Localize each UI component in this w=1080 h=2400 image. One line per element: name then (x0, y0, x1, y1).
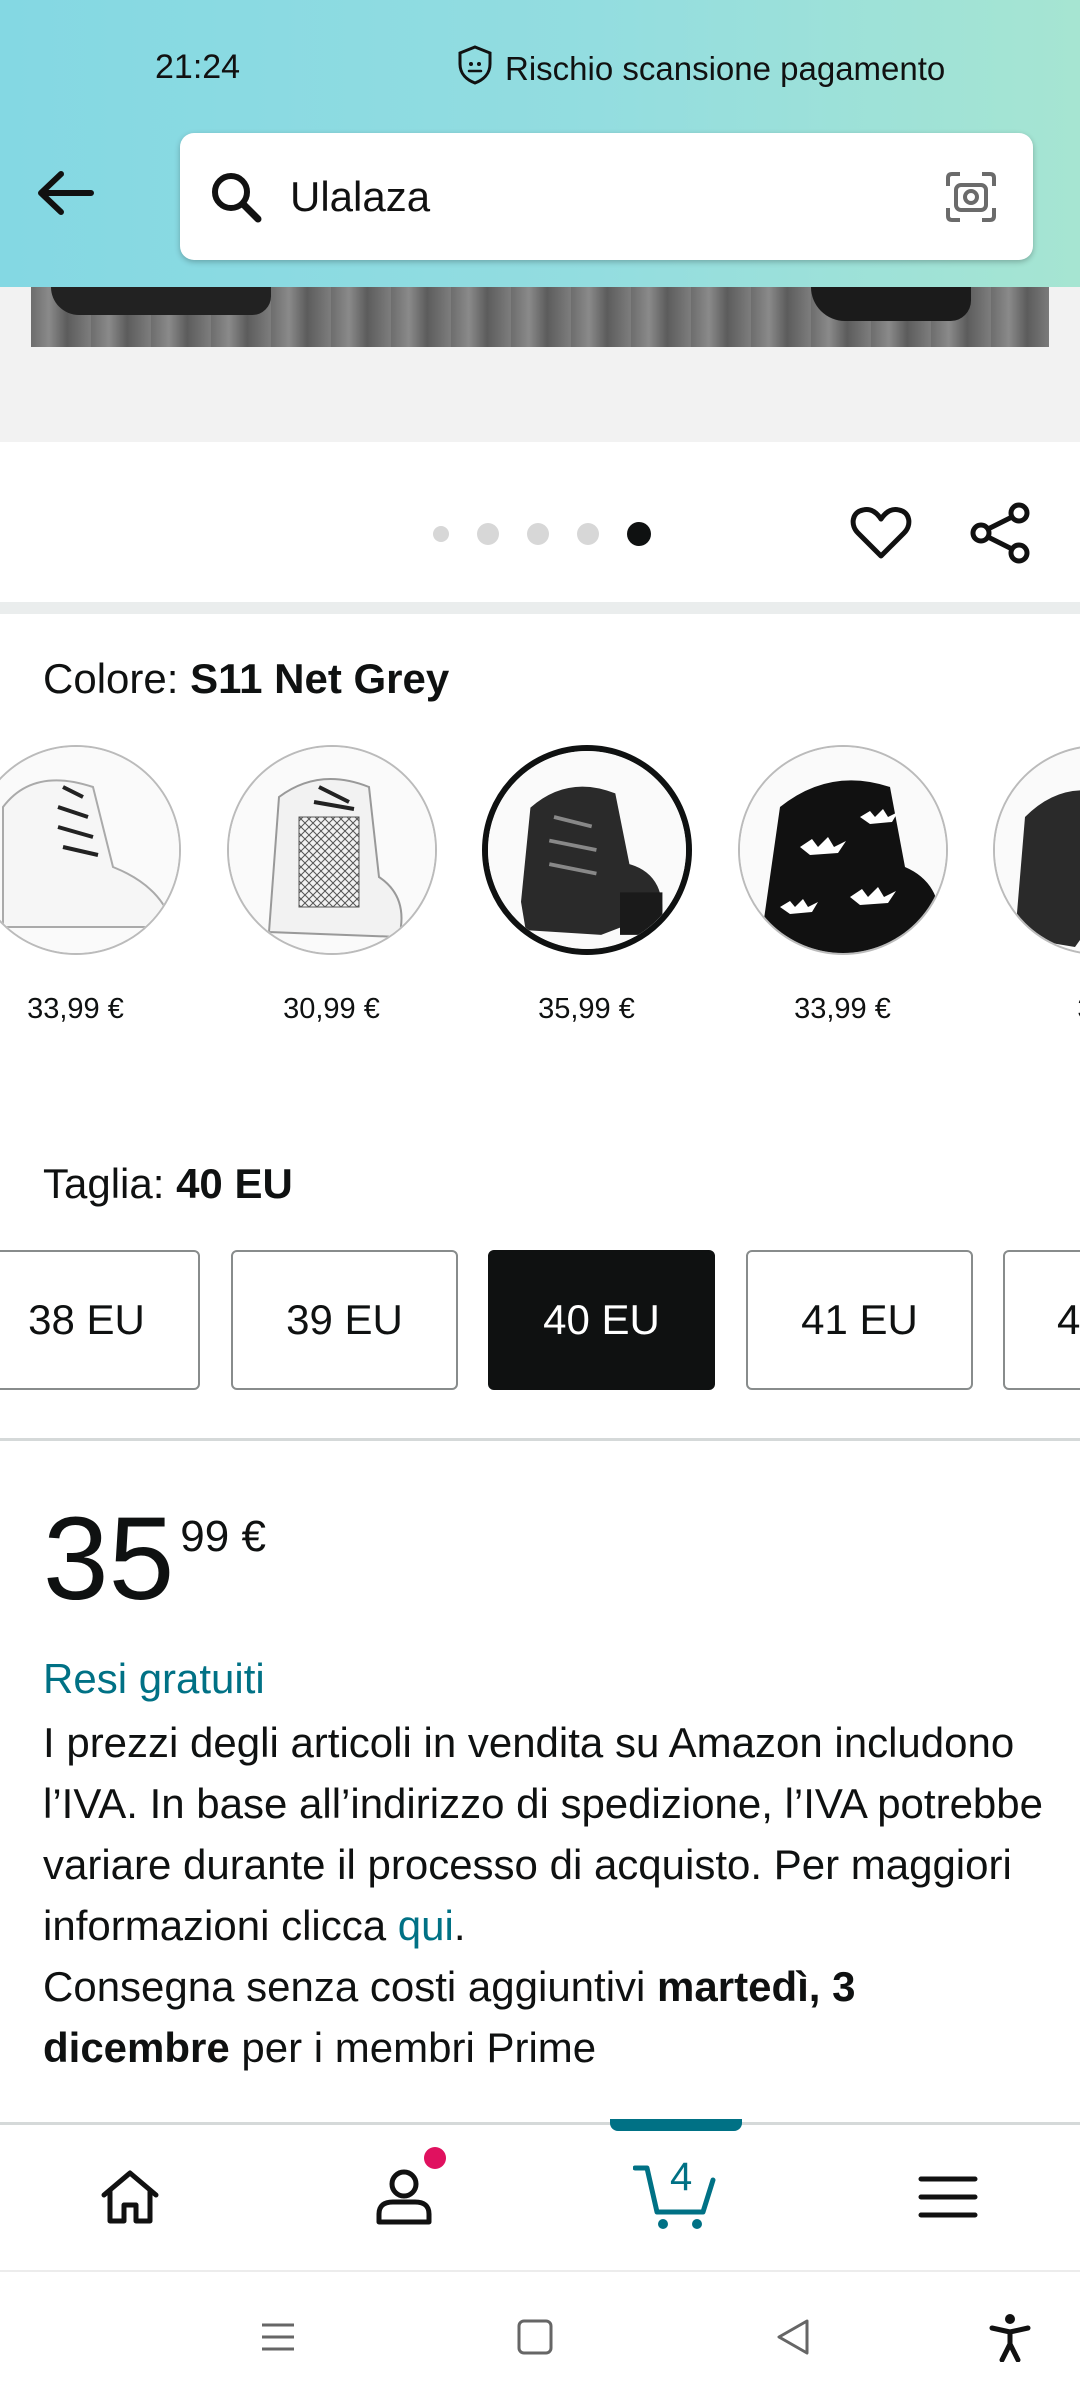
system-navigation-bar (0, 2270, 1080, 2400)
carousel-dot[interactable] (433, 526, 449, 542)
vat-text: I prezzi degli articoli in vendita su Am… (43, 1719, 1044, 1949)
size-option[interactable]: 4 (1003, 1250, 1080, 1390)
price-whole: 35 (43, 1493, 175, 1625)
swatch-price: 35,99 € (538, 993, 635, 1025)
price-currency: € (241, 1512, 266, 1561)
search-input[interactable]: Ulalaza (290, 173, 939, 221)
carousel-dot[interactable] (577, 523, 599, 545)
back-button[interactable] (30, 160, 100, 230)
cart-count: 4 (670, 2155, 693, 2199)
swatch-image (737, 745, 948, 955)
colour-swatch[interactable]: 33,99 € (735, 745, 950, 1026)
payment-scan-notice: Rischio scansione pagamento (455, 44, 945, 94)
top-header: 21:24 Rischio scansione pagamento Ulalaz… (0, 0, 1080, 287)
account-icon[interactable] (354, 2147, 454, 2247)
colour-swatch[interactable]: 33, (990, 745, 1080, 1026)
section-divider (0, 1438, 1080, 1441)
swatch-image (481, 745, 692, 955)
carousel-dot[interactable] (477, 523, 499, 545)
vat-info-link[interactable]: qui (398, 1902, 454, 1949)
size-label: Taglia: (43, 1160, 165, 1207)
swatch-image (992, 745, 1080, 955)
price-fraction: 99 (180, 1512, 230, 1561)
vat-end: . (453, 1902, 466, 1949)
colour-swatch-list: 33,99 € 30,99 € 35,99 € 33,99 € (0, 745, 1080, 1045)
colour-swatch[interactable]: 33,99 € (0, 745, 183, 1026)
vat-delivery-info: I prezzi degli articoli in vendita su Am… (43, 1712, 1053, 2078)
swatch-price: 33, (990, 993, 1080, 1026)
accessibility-icon[interactable] (975, 2302, 1045, 2372)
carousel-dot-active[interactable] (627, 522, 651, 546)
camera-lens-icon[interactable] (939, 165, 1003, 229)
section-separator (0, 602, 1080, 614)
carousel-dot[interactable] (527, 523, 549, 545)
search-bar[interactable]: Ulalaza (180, 133, 1033, 260)
colour-swatch[interactable]: 30,99 € (224, 745, 439, 1026)
size-option[interactable]: 41 EU (746, 1250, 973, 1390)
swatch-price: 33,99 € (27, 993, 124, 1025)
image-controls (0, 442, 1080, 612)
colour-selected-name: S11 Net Grey (190, 655, 450, 702)
swatch-image (0, 745, 181, 955)
bottom-navigation: 4 (0, 2119, 1080, 2270)
swatch-image (226, 745, 437, 955)
back-triangle-icon[interactable] (758, 2302, 828, 2372)
colour-label-row: Colore: S11 Net Grey (43, 655, 449, 703)
home-icon[interactable] (80, 2147, 180, 2247)
cart-active-indicator (610, 2119, 742, 2131)
carousel-dots (433, 522, 651, 546)
home-button-icon[interactable] (500, 2302, 570, 2372)
share-icon[interactable] (968, 500, 1034, 566)
delivery-prefix: Consegna senza costi aggiuntivi (43, 1963, 658, 2010)
size-option[interactable]: 39 EU (231, 1250, 458, 1390)
size-option-selected[interactable]: 40 EU (488, 1250, 715, 1390)
size-label-row: Taglia: 40 EU (43, 1160, 293, 1208)
product-image-area (0, 287, 1080, 442)
cart-icon[interactable]: 4 (626, 2147, 726, 2247)
arrow-left-icon (35, 168, 95, 223)
price-fraction-currency: 99 € (180, 1512, 266, 1562)
recent-apps-icon[interactable] (243, 2302, 313, 2372)
size-option-list: 38 EU 39 EU 40 EU 41 EU 4 (0, 1250, 1080, 1392)
payment-scan-text: Rischio scansione pagamento (505, 50, 946, 87)
menu-icon[interactable] (898, 2147, 998, 2247)
colour-swatch-selected[interactable]: 35,99 € (479, 745, 694, 1026)
swatch-price: 30,99 € (283, 993, 380, 1025)
shield-icon (455, 44, 495, 94)
heart-icon[interactable] (848, 500, 914, 566)
search-icon (206, 167, 266, 227)
delivery-suffix: per i membri Prime (229, 2024, 597, 2071)
notification-badge (424, 2147, 446, 2169)
product-image[interactable] (31, 287, 1049, 347)
status-time: 21:24 (155, 48, 241, 86)
free-returns-link[interactable]: Resi gratuiti (43, 1655, 265, 1703)
colour-label: Colore: (43, 655, 179, 702)
size-option[interactable]: 38 EU (0, 1250, 200, 1390)
product-price: 35 99 € (43, 1500, 266, 1618)
size-selected-value: 40 EU (176, 1160, 293, 1207)
swatch-price: 33,99 € (794, 993, 891, 1025)
